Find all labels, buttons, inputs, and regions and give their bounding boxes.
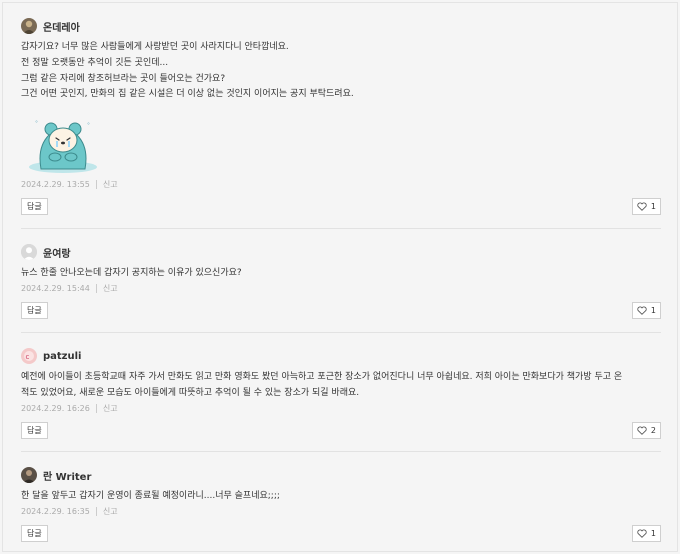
report-link[interactable]: 신고 — [103, 403, 118, 414]
like-button[interactable]: 1 — [631, 525, 661, 542]
heart-icon — [637, 202, 647, 211]
comment-text: 뉴스 한줄 안나오는데 갑자기 공지하는 이유가 있으신가요? — [21, 266, 661, 282]
report-link[interactable]: 신고 — [103, 179, 118, 190]
svg-text:°: ° — [87, 122, 90, 129]
meta-divider — [95, 284, 97, 293]
comment-author: c patzuli — [21, 347, 81, 365]
comment-line: 그건 어떤 곳인지, 만화의 집 같은 시설은 더 이상 없는 것인지 이어지는… — [21, 89, 354, 100]
comment-line: 한 달을 앞두고 갑자기 운영이 종료될 예정이라니....너무 슬프네요;;;… — [21, 491, 280, 501]
avatar[interactable] — [21, 467, 37, 483]
author-name[interactable]: patzuli — [43, 351, 81, 362]
report-link[interactable]: 신고 — [103, 283, 118, 294]
person-icon[interactable] — [21, 244, 37, 260]
meta-divider — [95, 180, 97, 189]
like-count: 1 — [650, 202, 656, 211]
like-count: 2 — [650, 426, 656, 435]
author-name[interactable]: 온데레아 — [43, 19, 80, 34]
comment-meta: 2024.2.29. 16:26 신고 — [21, 403, 118, 414]
svg-text:°: ° — [35, 120, 38, 127]
avatar[interactable]: c — [21, 348, 37, 364]
comment-meta: 2024.2.29. 16:35 신고 — [21, 506, 118, 517]
comment-item: 란 Writer 한 달을 앞두고 갑자기 운영이 종료될 예정이라니....너… — [21, 452, 661, 551]
comment-date: 2024.2.29. 16:35 — [21, 507, 90, 516]
comment-item: 온데레아 갑자기요? 너무 많은 사람들에게 사랑받던 곳이 사라지다니 안타깝… — [21, 3, 661, 229]
comment-line: 예전에 아이들이 초등학교때 자주 가서 만화도 읽고 만화 영화도 봤던 아늑… — [21, 372, 623, 382]
meta-divider — [95, 404, 97, 413]
like-count: 1 — [650, 306, 656, 315]
comment-author: 온데레아 — [21, 17, 80, 35]
svg-text:c: c — [26, 353, 30, 361]
reply-button[interactable]: 답글 — [21, 198, 48, 215]
comment-meta: 2024.2.29. 13:55 신고 — [21, 179, 118, 190]
heart-icon — [637, 529, 647, 538]
comment-line: 전 정말 오랫동안 추억이 깃든 곳인데... — [21, 57, 169, 68]
heart-icon — [637, 306, 647, 315]
crying-bear-sticker: ° ° — [29, 120, 97, 173]
comment-author: 란 Writer — [21, 466, 91, 484]
comment-line: 뉴스 한줄 안나오는데 갑자기 공지하는 이유가 있으신가요? — [21, 268, 242, 278]
comment-text: 한 달을 앞두고 갑자기 운영이 종료될 예정이라니....너무 슬프네요;;;… — [21, 489, 661, 505]
report-link[interactable]: 신고 — [103, 506, 118, 517]
comment-text: 갑자기요? 너무 많은 사람들에게 사랑받던 곳이 사라지다니 안타깝네요. 전… — [21, 40, 661, 103]
like-count: 1 — [650, 529, 656, 538]
reply-button[interactable]: 답글 — [21, 302, 48, 319]
author-name[interactable]: 란 Writer — [43, 468, 91, 483]
comment-text: 예전에 아이들이 초등학교때 자주 가서 만화도 읽고 만화 영화도 봤던 아늑… — [21, 370, 661, 402]
comment-line: 적도 있었어요, 새로운 모습도 아이들에게 따뜻하고 추억이 될 수 있는 장… — [21, 387, 360, 398]
author-name[interactable]: 윤여랑 — [43, 245, 71, 260]
heart-icon — [637, 426, 647, 435]
like-button[interactable]: 2 — [631, 422, 661, 439]
avatar[interactable] — [21, 18, 37, 34]
comment-line: 그럼 같은 자리에 창조허브라는 곳이 들어오는 건가요? — [21, 73, 226, 84]
meta-divider — [95, 507, 97, 516]
comment-line: 갑자기요? 너무 많은 사람들에게 사랑받던 곳이 사라지다니 안타깝네요. — [21, 42, 289, 52]
like-button[interactable]: 1 — [631, 302, 661, 319]
comment-date: 2024.2.29. 16:26 — [21, 404, 90, 413]
comment-item: c patzuli 예전에 아이들이 초등학교때 자주 가서 만화도 읽고 만화… — [21, 333, 661, 452]
comment-date: 2024.2.29. 13:55 — [21, 180, 90, 189]
comment-item: 윤여랑 뉴스 한줄 안나오는데 갑자기 공지하는 이유가 있으신가요? 2024… — [21, 229, 661, 333]
like-button[interactable]: 1 — [631, 198, 661, 215]
comment-date: 2024.2.29. 15:44 — [21, 284, 90, 293]
comment-list: 온데레아 갑자기요? 너무 많은 사람들에게 사랑받던 곳이 사라지다니 안타깝… — [2, 2, 678, 552]
comment-meta: 2024.2.29. 15:44 신고 — [21, 283, 118, 294]
reply-button[interactable]: 답글 — [21, 422, 48, 439]
reply-button[interactable]: 답글 — [21, 525, 48, 542]
comment-author: 윤여랑 — [21, 243, 71, 261]
